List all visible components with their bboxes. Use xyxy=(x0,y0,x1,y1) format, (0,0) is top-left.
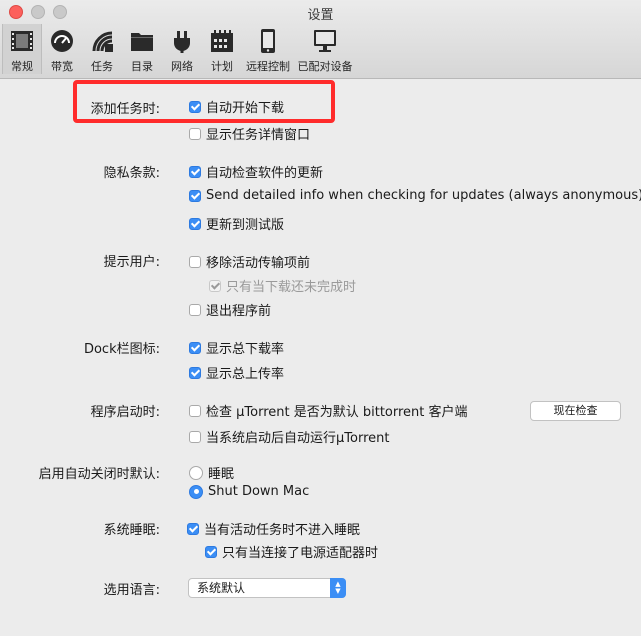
show-upload-rate-checkbox[interactable] xyxy=(189,366,201,379)
prevent-sleep-checkbox[interactable] xyxy=(187,522,199,535)
tab-paired-devices-label: 已配对设备 xyxy=(297,60,353,73)
tab-directory[interactable]: 目录 xyxy=(122,24,162,74)
notify-user-label: 提示用户: xyxy=(103,255,160,270)
shutdown-radio-option[interactable]: Shut Down Mac xyxy=(189,484,309,499)
only-on-ac-power-option[interactable]: 只有当连接了电源适配器时 xyxy=(205,542,378,561)
only-incomplete-text: 只有当下载还未完成时 xyxy=(226,280,357,295)
show-download-rate-checkbox[interactable] xyxy=(189,341,201,354)
tab-network[interactable]: 网络 xyxy=(162,24,202,74)
tab-tasks[interactable]: 任务 xyxy=(82,24,122,74)
sleep-radio-option[interactable]: 睡眠 xyxy=(189,463,234,482)
window-title: 设置 xyxy=(307,8,334,23)
check-default-client-checkbox[interactable] xyxy=(189,404,201,417)
only-incomplete-checkbox[interactable] xyxy=(209,279,221,292)
tab-schedule-label: 计划 xyxy=(211,60,233,73)
update-to-beta-text: 更新到测试版 xyxy=(206,218,285,233)
check-default-client-option[interactable]: 检查 µTorrent 是否为默认 bittorrent 客户端 xyxy=(189,401,468,420)
language-select-value: 系统默认 xyxy=(197,581,246,595)
tab-remote-control-label: 远程控制 xyxy=(246,60,290,73)
only-on-ac-power-checkbox[interactable] xyxy=(205,545,217,558)
show-download-rate-text: 显示总下载率 xyxy=(206,342,285,357)
preferences-toolbar: 常规 带宽 任务 目录 网络 计划 远程控制 已配对设备 xyxy=(2,24,356,74)
tab-general-label: 常规 xyxy=(11,60,33,73)
language-label: 选用语言: xyxy=(103,583,160,598)
settings-window: 设置 常规 带宽 任务 目录 网络 计划 远程控制 已配对设备 添加任务时: 自… xyxy=(0,0,641,636)
show-download-rate-option[interactable]: 显示总下载率 xyxy=(189,338,284,357)
plug-icon xyxy=(174,31,190,53)
show-task-details-checkbox[interactable] xyxy=(189,127,201,140)
launch-at-login-checkbox[interactable] xyxy=(189,430,201,443)
show-task-details-text: 显示任务详情窗口 xyxy=(206,128,311,143)
only-incomplete-option[interactable]: 只有当下载还未完成时 xyxy=(209,276,356,295)
tab-tasks-label: 任务 xyxy=(91,60,113,73)
tab-network-label: 网络 xyxy=(171,60,193,73)
phone-icon xyxy=(261,29,275,53)
send-detailed-info-checkbox[interactable] xyxy=(189,189,201,202)
tab-schedule[interactable]: 计划 xyxy=(202,24,242,74)
send-detailed-info-text: Send detailed info when checking for upd… xyxy=(206,188,641,203)
shutdown-radio[interactable] xyxy=(189,484,203,499)
utorrent-icon xyxy=(92,31,113,52)
auto-shutdown-label: 启用自动关闭时默认: xyxy=(38,467,160,482)
gauge-icon xyxy=(51,30,73,52)
system-sleep-label: 系统睡眠: xyxy=(103,523,160,538)
title-bar: 设置 常规 带宽 任务 目录 网络 计划 远程控制 已配对设备 xyxy=(0,0,641,79)
sleep-radio-text: 睡眠 xyxy=(208,467,235,482)
monitor-icon xyxy=(314,30,336,52)
tab-bandwidth-label: 带宽 xyxy=(51,60,73,73)
privacy-label: 隐私条款: xyxy=(103,166,160,181)
before-quit-text: 退出程序前 xyxy=(206,304,272,319)
folder-icon xyxy=(131,33,153,51)
shutdown-radio-text: Shut Down Mac xyxy=(208,484,310,499)
dock-icon-label: Dock栏图标: xyxy=(83,342,160,357)
tab-bandwidth[interactable]: 带宽 xyxy=(42,24,82,74)
tab-general[interactable]: 常规 xyxy=(2,24,42,74)
auto-check-updates-text: 自动检查软件的更新 xyxy=(206,166,324,181)
film-icon xyxy=(11,31,33,51)
update-to-beta-option[interactable]: 更新到测试版 xyxy=(189,214,284,233)
language-select[interactable]: 系统默认 ▲ ▼ xyxy=(188,578,346,598)
on-startup-label: 程序启动时: xyxy=(90,405,160,420)
update-to-beta-checkbox[interactable] xyxy=(189,217,201,230)
before-remove-active-text: 移除活动传输项前 xyxy=(206,256,311,271)
auto-check-updates-option[interactable]: 自动检查软件的更新 xyxy=(189,162,323,181)
before-quit-checkbox[interactable] xyxy=(189,303,201,316)
check-default-client-text: 检查 µTorrent 是否为默认 bittorrent 客户端 xyxy=(206,405,468,420)
show-upload-rate-text: 显示总上传率 xyxy=(206,367,285,382)
launch-at-login-option[interactable]: 当系统启动后自动运行µTorrent xyxy=(189,427,389,446)
calendar-icon xyxy=(211,30,233,52)
sleep-radio[interactable] xyxy=(189,465,203,480)
send-detailed-info-option[interactable]: Send detailed info when checking for upd… xyxy=(189,188,641,203)
show-upload-rate-option[interactable]: 显示总上传率 xyxy=(189,363,284,382)
check-now-button[interactable]: 现在检查 xyxy=(530,401,621,421)
before-remove-active-checkbox[interactable] xyxy=(189,255,201,268)
highlight-box xyxy=(73,80,335,123)
prevent-sleep-option[interactable]: 当有活动任务时不进入睡眠 xyxy=(187,519,360,538)
tab-directory-label: 目录 xyxy=(131,60,153,73)
prevent-sleep-text: 当有活动任务时不进入睡眠 xyxy=(204,523,361,538)
auto-check-updates-checkbox[interactable] xyxy=(189,165,201,178)
tab-paired-devices[interactable]: 已配对设备 xyxy=(294,24,356,74)
tab-remote-control[interactable]: 远程控制 xyxy=(242,24,294,74)
before-quit-option[interactable]: 退出程序前 xyxy=(189,300,271,319)
only-on-ac-power-text: 只有当连接了电源适配器时 xyxy=(222,546,379,561)
launch-at-login-text: 当系统启动后自动运行µTorrent xyxy=(206,431,390,446)
show-task-details-option[interactable]: 显示任务详情窗口 xyxy=(189,124,310,143)
before-remove-active-option[interactable]: 移除活动传输项前 xyxy=(189,252,310,271)
chevron-updown-icon: ▲ ▼ xyxy=(330,578,346,598)
